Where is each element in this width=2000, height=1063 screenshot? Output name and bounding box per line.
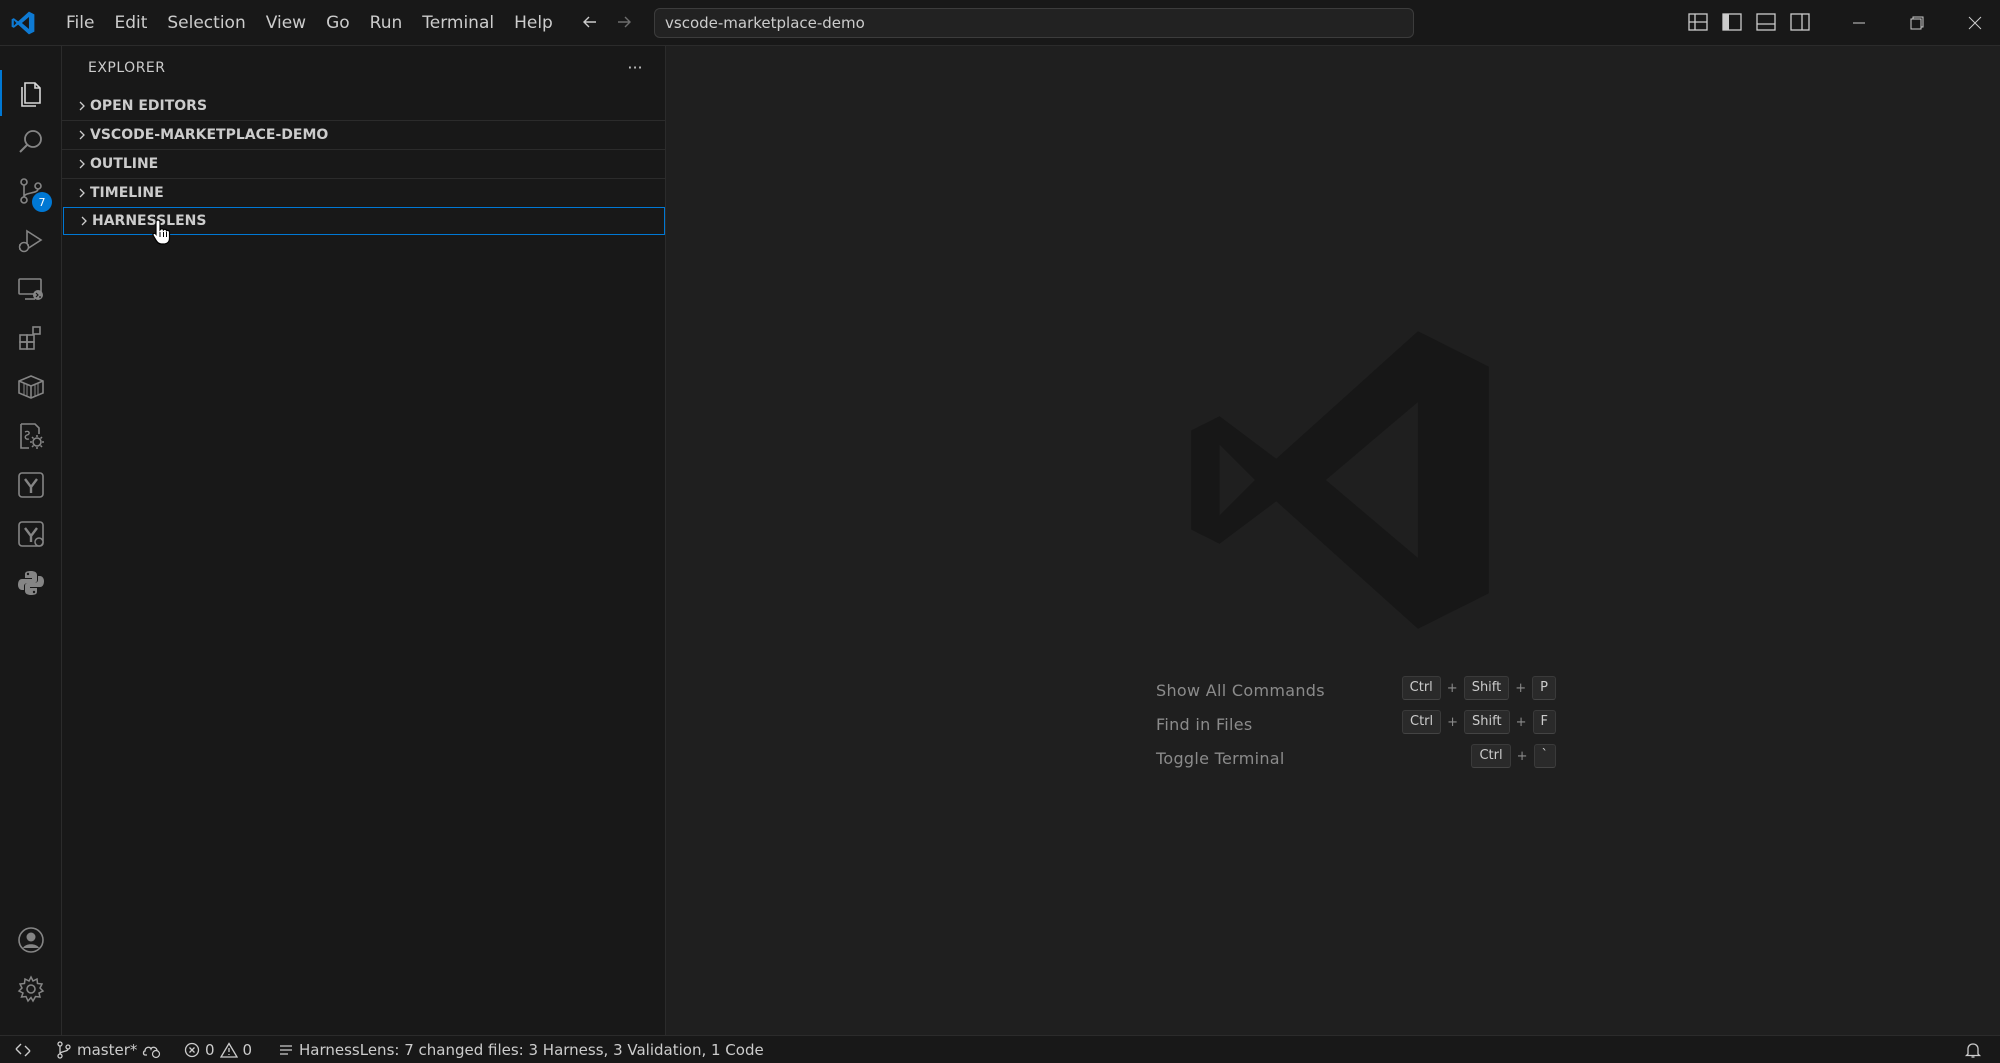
more-actions-icon[interactable]: ··· [622,56,648,78]
bell-icon [1964,1043,1982,1058]
notifications[interactable] [1964,1036,1982,1063]
navigation-controls [578,10,636,34]
menu-view[interactable]: View [256,7,316,39]
sidebar-title: EXPLORER [88,60,166,76]
section-open-editors[interactable]: OPEN EDITORS [62,92,666,120]
files-icon [21,82,41,107]
key: Ctrl [1471,744,1511,768]
account-icon [18,927,44,953]
activity-bar: 7 [0,46,62,1035]
vscode-watermark-icon [1191,331,1489,629]
title-bar: File Edit Selection View Go Run Terminal… [0,0,2000,46]
menu-file[interactable]: File [56,7,104,39]
debug-icon [18,229,43,253]
status-bar: master* 0 0 HarnessLens: 7 changed files… [0,1035,2000,1063]
arrow-left-icon[interactable] [578,10,602,34]
menu-terminal[interactable]: Terminal [412,7,504,39]
section-workspace-folder[interactable]: VSCODE-MARKETPLACE-DEMO [62,120,666,148]
remote-icon [15,1043,31,1057]
git-branch-icon [57,1041,71,1059]
key: Shift [1464,710,1510,734]
key: F [1532,710,1556,734]
branch-indicator[interactable]: master* [56,1036,162,1063]
layout-controls [1686,10,1812,34]
list-icon [280,1045,292,1055]
command-center[interactable]: vscode-marketplace-demo [654,8,1414,38]
python-icon [18,571,44,595]
menu-edit[interactable]: Edit [104,7,157,39]
command-center-label: vscode-marketplace-demo [665,14,865,32]
section-label: OPEN EDITORS [90,98,208,114]
section-label: TIMELINE [90,184,164,201]
toggle-secondary-sidebar-icon[interactable] [1788,10,1812,34]
warning-icon [219,1042,238,1058]
menu-go[interactable]: Go [316,7,360,39]
section-label: VSCODE-MARKETPLACE-DEMO [90,126,329,143]
harnesslens-status[interactable]: HarnessLens: 7 changed files: 3 Harness,… [278,1036,764,1063]
gear-icon [17,975,45,1003]
keybinding: Ctrl + Shift + P [1401,676,1556,700]
activity-python[interactable] [0,554,62,612]
search-icon [19,130,42,153]
explorer-sidebar: EXPLORER ··· OPEN EDITORS VSCODE-MARKETP… [62,46,666,1035]
key: Ctrl [1401,676,1441,700]
extensions-icon [19,326,41,350]
remote-indicator[interactable] [14,1036,32,1063]
hand-cursor-icon [152,219,171,245]
key: Ctrl [1402,710,1442,734]
key: P [1532,676,1556,700]
source-control-badge: 7 [32,192,52,212]
error-icon [184,1042,200,1058]
harnesslens-status-text: HarnessLens: 7 changed files: 3 Harness,… [299,1041,764,1059]
section-timeline[interactable]: TIMELINE [62,178,666,206]
key: Shift [1463,676,1510,700]
shortcut-row[interactable]: Toggle Terminal Ctrl + ` [1156,744,1556,778]
section-outline[interactable]: OUTLINE [62,149,666,177]
harness-icon [18,472,44,498]
box-icon [18,375,44,399]
vscode-logo-icon[interactable] [10,10,36,36]
menu-selection[interactable]: Selection [157,7,255,39]
keybinding: Ctrl + ` [1471,744,1556,768]
minimize-icon[interactable] [1830,0,1888,46]
menu-run[interactable]: Run [360,7,413,39]
toggle-primary-sidebar-icon[interactable] [1720,10,1744,34]
shortcut-row[interactable]: Show All Commands Ctrl + Shift + P [1156,676,1556,710]
shortcut-row[interactable]: Find in Files Ctrl + Shift + F [1156,710,1556,744]
section-label: HARNESSLENS [92,213,207,229]
menu-help[interactable]: Help [504,7,563,39]
sync-cloud-icon [143,1046,161,1059]
remote-explorer-icon [18,278,43,300]
error-count: 0 [205,1041,215,1059]
customize-layout-icon[interactable] [1686,10,1710,34]
arrow-right-icon[interactable] [612,10,636,34]
problems-indicator[interactable]: 0 0 [184,1036,252,1063]
toggle-panel-icon[interactable] [1754,10,1778,34]
menu-bar: File Edit Selection View Go Run Terminal… [56,0,563,46]
shortcut-label: Show All Commands [1156,681,1325,700]
key: ` [1533,744,1556,768]
warning-count: 0 [242,1041,253,1059]
restore-icon[interactable] [1888,0,1946,46]
close-icon[interactable] [1946,0,2000,46]
branch-name: master* [77,1041,138,1059]
editor-shortcuts: Show All Commands Ctrl + Shift + P Find … [1156,676,1556,778]
window-controls [1830,0,2000,46]
shortcut-label: Toggle Terminal [1156,749,1285,768]
shortcut-label: Find in Files [1156,715,1253,734]
gear-doc-icon [20,423,44,449]
section-label: OUTLINE [90,155,159,172]
keybinding: Ctrl + Shift + F [1402,710,1556,734]
activity-manage[interactable] [0,960,62,1018]
harness-lens-icon [18,521,44,547]
